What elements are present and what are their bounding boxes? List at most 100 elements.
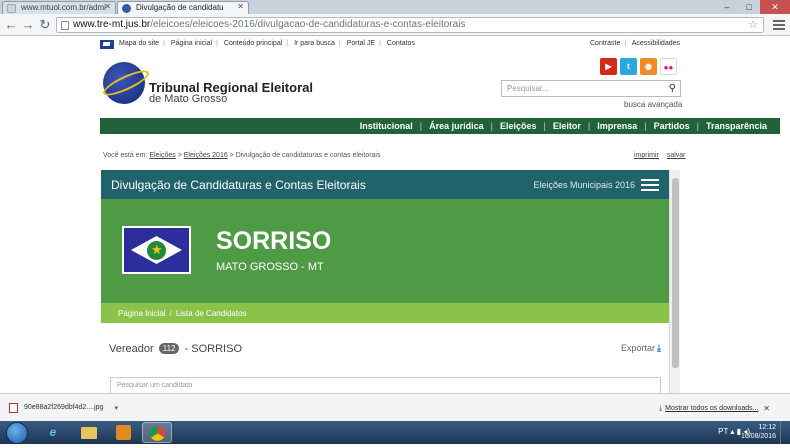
window-controls: – □ ✕ bbox=[716, 0, 790, 14]
address-bar[interactable]: www.tre-mt.jus.br/eleicoes/eleicoes-2016… bbox=[56, 17, 764, 33]
save-link[interactable]: salvar bbox=[667, 152, 686, 159]
top-links-right: Contraste | Acessibilidades bbox=[590, 40, 680, 47]
link-contatos[interactable]: Contatos bbox=[387, 40, 415, 47]
city-hero: ★ SORRISO MATO GROSSO - MT bbox=[101, 199, 669, 303]
nav-eleitor[interactable]: Eleitor bbox=[546, 121, 588, 131]
nav-institucional[interactable]: Institucional bbox=[353, 121, 420, 131]
breadcrumb-current: Divulgação de candidaturas e contas elei… bbox=[235, 152, 381, 159]
reload-icon[interactable]: ↻ bbox=[38, 18, 52, 32]
windows-taskbar: e PT ▴ ▮ ◂) 12:12 16/08/2016 bbox=[0, 421, 790, 444]
close-window-button[interactable]: ✕ bbox=[760, 0, 790, 14]
nav-partidos[interactable]: Partidos bbox=[647, 121, 697, 131]
breadcrumb: Você está em: Eleições > Eleições 2016 >… bbox=[103, 152, 381, 159]
print-link[interactable]: imprimir bbox=[634, 152, 659, 159]
media-player-icon[interactable] bbox=[108, 422, 138, 443]
link-mapa-do-site[interactable]: Mapa do site bbox=[119, 40, 159, 47]
export-label: Exportar bbox=[621, 343, 656, 353]
link-ir-para-busca[interactable]: Ir para busca bbox=[294, 40, 335, 47]
nav-imprensa[interactable]: Imprensa bbox=[590, 121, 644, 131]
tab-strip: www.mtuol.com.br/admi ✕ Divulgação de ca… bbox=[0, 0, 790, 14]
youtube-icon[interactable]: ▶ bbox=[600, 58, 617, 75]
start-button[interactable] bbox=[6, 422, 28, 444]
breadcrumb-prefix: Você está em: bbox=[103, 152, 148, 159]
candidates-section: Vereador 112 - SORRISO Exportar ⤓ Pesquis… bbox=[101, 323, 669, 393]
breadcrumb-eleicoes[interactable]: Eleições bbox=[149, 152, 175, 159]
page-tools: imprimir salvar bbox=[628, 152, 686, 159]
nav-eleicoes[interactable]: Eleições bbox=[493, 121, 544, 131]
site-search-input[interactable]: Pesquisar... ⚲ bbox=[501, 80, 681, 97]
export-button[interactable]: Exportar ⤓ bbox=[621, 343, 661, 354]
link-pagina-inicial[interactable]: Página inicial bbox=[171, 40, 212, 47]
chevron-down-icon[interactable]: ▾ bbox=[114, 404, 118, 412]
show-desktop-button[interactable] bbox=[780, 421, 790, 444]
maximize-button[interactable]: □ bbox=[738, 0, 760, 14]
page-info-icon[interactable] bbox=[61, 21, 69, 30]
tray-arrow-icon[interactable]: ▴ bbox=[730, 427, 734, 436]
scroll-thumb[interactable] bbox=[672, 178, 679, 368]
clock[interactable]: 12:12 16/08/2016 bbox=[741, 423, 776, 441]
image-file-icon bbox=[9, 403, 18, 413]
file-explorer-icon[interactable] bbox=[74, 422, 104, 443]
rss-icon[interactable]: ◉ bbox=[640, 58, 657, 75]
main-nav: Institucional | Área jurídica | Eleições | … bbox=[100, 118, 780, 134]
close-download-bar-icon[interactable]: ✕ bbox=[763, 404, 770, 413]
download-item[interactable]: 90e88a2f269dbf4d2....jpg ▾ bbox=[4, 398, 120, 418]
forward-arrow-icon[interactable]: → bbox=[21, 18, 35, 32]
language-indicator[interactable]: PT bbox=[718, 427, 728, 436]
show-all-label: Mostrar todos os downloads... bbox=[665, 405, 759, 412]
url-path: /eleicoes/eleicoes-2016/divulgacao-de-ca… bbox=[150, 19, 466, 30]
clock-time: 12:12 bbox=[758, 424, 776, 431]
city-name: SORRISO bbox=[216, 227, 332, 255]
bookmark-star-icon[interactable]: ☆ bbox=[748, 18, 758, 31]
nav-transparencia[interactable]: Transparência bbox=[699, 121, 774, 131]
link-conteudo-principal[interactable]: Conteúdo principal bbox=[224, 40, 282, 47]
twitter-icon[interactable]: t bbox=[620, 58, 637, 75]
flickr-icon[interactable]: ●● bbox=[660, 58, 677, 75]
tab-label: Divulgação de candidatu bbox=[136, 3, 224, 12]
link-acessibilidades[interactable]: Acessibilidades bbox=[632, 40, 680, 47]
state-name: MATO GROSSO - MT bbox=[216, 261, 324, 273]
tab-label: www.mtuol.com.br/admi bbox=[21, 3, 106, 12]
brazil-flag-icon bbox=[100, 40, 114, 49]
nav-area-juridica[interactable]: Área jurídica bbox=[422, 121, 491, 131]
subnav-lista-candidatos[interactable]: Lista de Candidatos bbox=[176, 309, 247, 318]
clock-date: 16/08/2016 bbox=[740, 433, 776, 440]
chrome-menu-icon[interactable] bbox=[773, 18, 785, 30]
tab-divulgacao[interactable]: Divulgação de candidatu ✕ bbox=[117, 1, 249, 14]
candidate-search-input[interactable]: Pesquisar um candidato bbox=[110, 377, 661, 393]
panel-breadcrumb: Página Inicial / Lista de Candidatos bbox=[101, 303, 669, 323]
site-top-links: Mapa do site | Página inicial | Conteúdo p… bbox=[100, 38, 680, 52]
panel-scrollbar[interactable] bbox=[669, 170, 680, 393]
tre-mt-logo[interactable]: Tribunal Regional Eleitoral de Mato Gros… bbox=[103, 62, 313, 105]
url-host: www.tre-mt.jus.br bbox=[73, 19, 151, 30]
download-filename: 90e88a2f269dbf4d2....jpg bbox=[24, 404, 104, 411]
subnav-pagina-inicial[interactable]: Página Inicial bbox=[118, 309, 166, 318]
back-arrow-icon[interactable]: ← bbox=[4, 18, 18, 32]
chrome-taskbar-icon[interactable] bbox=[142, 422, 172, 443]
page-icon bbox=[7, 4, 16, 13]
breadcrumb-eleicoes-2016[interactable]: Eleições 2016 bbox=[184, 152, 228, 159]
panel-title: Divulgação de Candidaturas e Contas Elei… bbox=[111, 178, 366, 192]
hamburger-menu-icon[interactable] bbox=[641, 179, 659, 191]
close-tab-icon[interactable]: ✕ bbox=[104, 2, 111, 11]
search-icon[interactable]: ⚲ bbox=[669, 83, 676, 94]
close-tab-icon[interactable]: ✕ bbox=[237, 2, 244, 11]
candidate-count-badge: 112 bbox=[158, 343, 180, 354]
tse-favicon-icon bbox=[122, 4, 131, 13]
top-links-left: Mapa do site | Página inicial | Conteúdo p… bbox=[119, 40, 415, 47]
internet-explorer-icon[interactable]: e bbox=[38, 422, 68, 443]
role-label: Vereador bbox=[109, 343, 154, 355]
link-contraste[interactable]: Contraste bbox=[590, 40, 620, 47]
role-heading: Vereador 112 - SORRISO bbox=[109, 343, 242, 355]
link-portal-je[interactable]: Portal JE bbox=[347, 40, 375, 47]
browser-toolbar: ← → ↻ www.tre-mt.jus.br/eleicoes/eleicoe… bbox=[0, 14, 790, 36]
tab-mtuol[interactable]: www.mtuol.com.br/admi ✕ bbox=[2, 1, 116, 14]
advanced-search-link[interactable]: busca avançada bbox=[624, 100, 682, 109]
logo-subtitle: de Mato Grosso bbox=[149, 93, 228, 105]
minimize-button[interactable]: – bbox=[716, 0, 738, 14]
mato-grosso-flag-icon: ★ bbox=[122, 226, 191, 274]
show-all-downloads[interactable]: ⤓ Mostrar todos os downloads... bbox=[659, 405, 759, 413]
download-icon: ⤓ bbox=[657, 343, 661, 353]
globe-logo-icon bbox=[103, 62, 145, 104]
social-links: ▶ t ◉ ●● bbox=[600, 58, 677, 75]
